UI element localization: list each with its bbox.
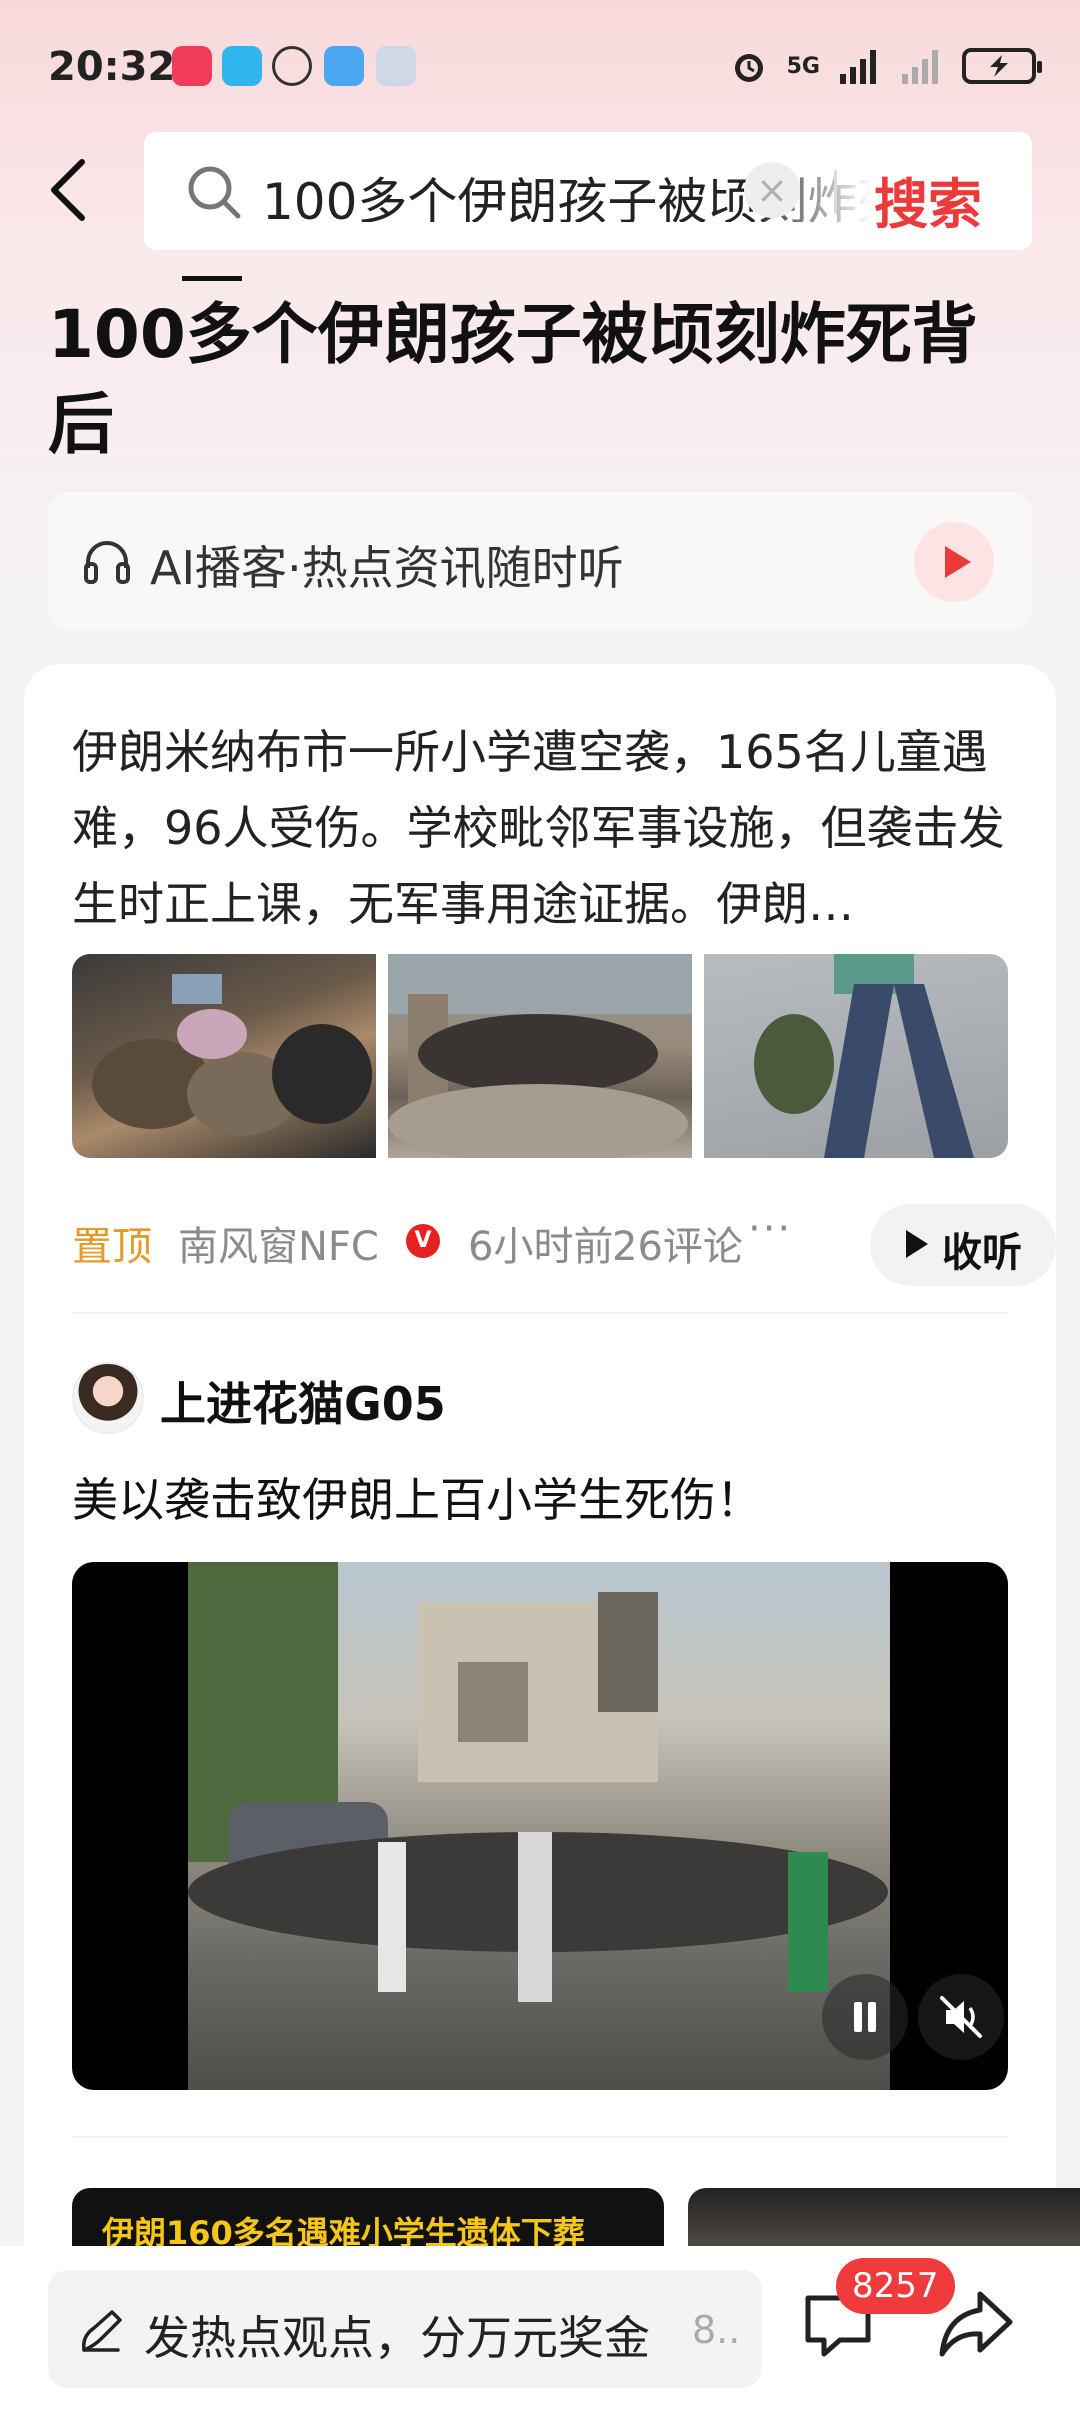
app-notification-icon	[172, 46, 212, 86]
signal-icon-secondary	[902, 50, 938, 84]
share-icon[interactable]	[936, 2286, 1016, 2362]
battery-icon	[962, 48, 1042, 84]
status-indicators: 5G	[729, 44, 1042, 88]
ai-podcast-label: AI播客·热点资讯随时听	[150, 541, 624, 595]
video-frame	[188, 1562, 890, 2090]
headphone-icon	[84, 541, 130, 584]
author-name[interactable]: 上进花猫G05	[160, 1368, 446, 1434]
ai-podcast-bar[interactable]: AI播客·热点资讯随时听	[48, 492, 1032, 630]
chevron-left-icon	[51, 159, 85, 221]
signal-icon	[840, 50, 876, 84]
pause-button[interactable]	[822, 1974, 908, 2060]
search-divider	[834, 170, 837, 214]
listen-label: 收听	[942, 1230, 1022, 1276]
globe-icon	[272, 46, 312, 86]
book-app-icon	[222, 46, 262, 86]
news-image-2[interactable]	[388, 954, 692, 1158]
video-player[interactable]	[72, 1562, 1008, 2090]
status-time: 20:32	[48, 44, 176, 90]
title-accent-line	[182, 276, 242, 281]
bottom-bar: 发热点观点，分万元奖金 8.. 8257	[0, 2246, 1080, 2412]
listen-button[interactable]: 收听	[870, 1204, 1056, 1286]
comment-input[interactable]: 发热点观点，分万元奖金 8..	[48, 2270, 762, 2388]
comment-count[interactable]: 26评论	[612, 1214, 743, 1272]
pinned-label: 置顶	[72, 1224, 152, 1270]
news-summary[interactable]: 伊朗米纳布市一所小学遭空袭，165名儿童遇难，96人受伤。学校毗邻军事设施，但袭…	[72, 714, 1032, 942]
more-options-icon[interactable]: ···	[748, 1206, 792, 1252]
network-type: 5G	[786, 53, 820, 79]
alarm-icon	[734, 54, 763, 82]
news-source[interactable]: 南风窗NFC	[178, 1214, 379, 1272]
back-button[interactable]	[40, 150, 110, 230]
assistant-app-icon	[376, 46, 416, 86]
divider	[72, 2136, 1008, 2138]
close-icon: ×	[756, 168, 788, 212]
clear-search-button[interactable]: ×	[744, 162, 800, 218]
play-icon[interactable]	[914, 522, 994, 602]
play-icon	[906, 1230, 928, 1258]
verified-badge-icon: V	[406, 1224, 440, 1258]
divider	[72, 1312, 1008, 1314]
comment-placeholder: 发热点观点，分万元奖金	[144, 2311, 650, 2365]
search-button[interactable]: 搜索	[874, 160, 982, 239]
mute-button[interactable]	[918, 1974, 1004, 2060]
news-meta-row: 置顶 南风窗NFC V 6小时前 26评论 ··· 收听	[72, 1184, 1056, 1286]
page-title: 100多个伊朗孩子被顷刻炸死背后	[48, 296, 978, 463]
status-bar: 20:32 5G	[0, 0, 1080, 130]
news-image-1[interactable]	[72, 954, 376, 1158]
search-bar[interactable]: 100多个伊朗孩子被顷刻炸死背后 × 搜索	[144, 132, 1032, 250]
pen-icon	[81, 2310, 122, 2352]
news-image-3[interactable]	[704, 954, 1008, 1158]
publish-time: 6小时前	[468, 1224, 614, 1270]
avatar[interactable]	[72, 1362, 144, 1434]
post-text[interactable]: 美以袭击致伊朗上百小学生死伤！	[72, 1464, 762, 1530]
comment-suffix: 8..	[692, 2308, 741, 2352]
weather-icon	[324, 46, 364, 86]
content-card: 伊朗米纳布市一所小学遭空袭，165名儿童遇难，96人受伤。学校毗邻军事设施，但袭…	[24, 664, 1080, 2412]
search-icon	[188, 166, 241, 219]
mute-icon	[940, 1996, 982, 2038]
